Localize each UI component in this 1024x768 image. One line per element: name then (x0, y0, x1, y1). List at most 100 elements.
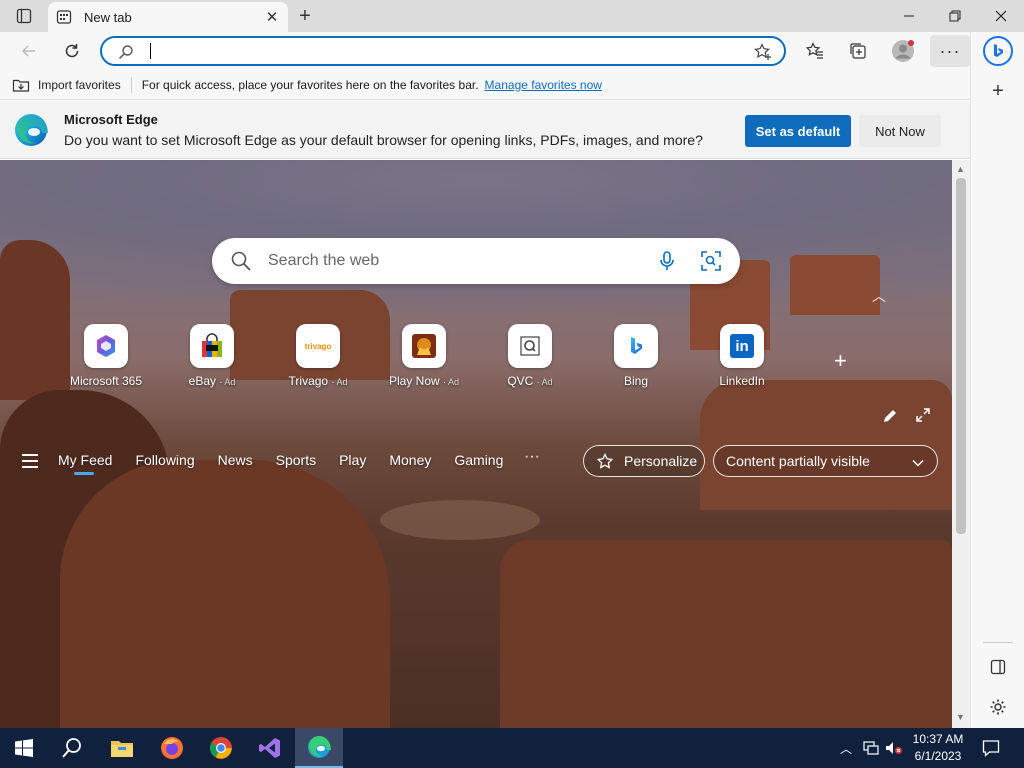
profile-avatar[interactable] (888, 36, 918, 66)
microphone-icon[interactable] (656, 250, 678, 272)
volume-muted-icon[interactable] (885, 741, 903, 755)
collections-icon[interactable] (843, 36, 873, 66)
quicklink-trivago[interactable]: trivago Trivago · Ad (270, 324, 366, 388)
page-scrollbar[interactable]: ▲ ▼ (952, 160, 970, 728)
restore-icon[interactable] (932, 0, 978, 32)
favorites-icon[interactable] (800, 36, 830, 66)
quicklink-ebay[interactable]: eBay · Ad (164, 324, 260, 388)
minimize-icon[interactable] (886, 0, 932, 32)
hide-sidebar-icon[interactable] (983, 652, 1013, 682)
web-search-placeholder: Search the web (268, 252, 380, 269)
background-rock (500, 540, 952, 728)
edit-background-icon[interactable] (882, 408, 898, 424)
show-hidden-icons[interactable]: ︿ (840, 740, 852, 757)
favorites-bar: Import favorites For quick access, place… (0, 70, 970, 100)
play-now-icon (402, 324, 446, 368)
linkedin-logo: in (730, 334, 754, 358)
tab-actions-button[interactable] (8, 6, 40, 26)
tile-label: Bing (623, 374, 649, 388)
sidebar-add-icon[interactable]: + (983, 76, 1013, 106)
settings-gear-icon[interactable] (983, 692, 1013, 722)
tab-new-tab[interactable]: New tab ✕ (48, 2, 288, 32)
feed-tab-play[interactable]: Play (339, 452, 366, 468)
bing-chat-icon[interactable] (983, 36, 1013, 66)
not-now-button[interactable]: Not Now (859, 115, 941, 147)
scroll-up-arrow-icon[interactable]: ▲ (956, 164, 965, 174)
content-visibility-dropdown[interactable]: Content partially visible (713, 445, 938, 477)
more-menu-icon[interactable]: ··· (930, 35, 970, 67)
feed-tab-money[interactable]: Money (389, 452, 431, 468)
tile-label: Trivago (288, 374, 329, 388)
linkedin-icon: in (720, 324, 764, 368)
file-explorer-icon[interactable] (98, 728, 146, 768)
edge-taskbar-icon[interactable] (295, 728, 343, 768)
address-input[interactable] (148, 42, 748, 60)
title-bar: New tab ✕ + (0, 0, 1024, 32)
feed-tab-following[interactable]: Following (135, 452, 194, 468)
add-quicklink-icon[interactable]: + (834, 348, 847, 374)
feed-tab-gaming[interactable]: Gaming (454, 452, 503, 468)
tile-label: eBay (188, 374, 216, 388)
address-bar[interactable] (100, 36, 786, 66)
collapse-quicklinks-icon[interactable]: ︿ (872, 286, 886, 306)
edge-logo-icon (15, 114, 48, 146)
notifications-icon[interactable] (982, 739, 1000, 757)
scrollbar-thumb[interactable] (956, 178, 966, 534)
add-favorite-icon[interactable] (754, 43, 772, 61)
windows-taskbar: ︿ 10:37 AM 6/1/2023 (0, 728, 1024, 768)
set-as-default-button[interactable]: Set as default (745, 115, 851, 147)
taskbar-search-icon[interactable] (48, 728, 96, 768)
tile-label: Microsoft 365 (69, 374, 143, 388)
visual-studio-icon[interactable] (246, 728, 294, 768)
close-tab-icon[interactable]: ✕ (264, 9, 280, 26)
tile-ad-badge: · Ad (219, 377, 236, 387)
text-caret (150, 43, 151, 59)
quicklink-microsoft-365[interactable]: Microsoft 365 (58, 324, 154, 388)
ebay-icon (190, 324, 234, 368)
search-icon (231, 251, 251, 271)
tile-label: Play Now (388, 374, 440, 388)
quicklink-play-now[interactable]: Play Now · Ad (376, 324, 472, 388)
chrome-icon[interactable] (197, 728, 245, 768)
tab-title: New tab (84, 9, 132, 25)
taskbar-clock[interactable]: 10:37 AM 6/1/2023 (906, 731, 970, 765)
background-rock (790, 255, 880, 315)
feed-tab-news[interactable]: News (218, 452, 253, 468)
quicklink-linkedin[interactable]: in LinkedIn (694, 324, 790, 388)
firefox-icon[interactable] (148, 728, 196, 768)
network-icon[interactable] (863, 741, 879, 755)
feed-more-icon[interactable]: ··· (524, 448, 540, 466)
fullscreen-icon[interactable] (916, 408, 930, 422)
manage-favorites-link[interactable]: Manage favorites now (485, 78, 602, 92)
close-window-icon[interactable] (978, 0, 1024, 32)
banner-title: Microsoft Edge (64, 112, 158, 127)
default-browser-banner: Microsoft Edge Do you want to set Micros… (0, 101, 970, 159)
back-icon[interactable] (14, 36, 44, 66)
content-visibility-label: Content partially visible (726, 453, 870, 469)
import-favorites-label: Import favorites (38, 77, 121, 92)
sidebar-divider (983, 642, 1013, 643)
feed-menu-icon[interactable] (22, 454, 38, 472)
feed-tab-my-feed[interactable]: My Feed (58, 452, 112, 475)
windows-start-icon[interactable] (0, 728, 48, 768)
quicklink-qvc[interactable]: QVC · Ad (482, 324, 578, 388)
visual-search-icon[interactable] (700, 250, 722, 272)
web-search-box[interactable]: Search the web (212, 238, 740, 284)
background-rock (380, 500, 540, 540)
personalize-button[interactable]: Personalize (583, 445, 705, 477)
import-favorites-button[interactable]: Import favorites (0, 77, 121, 93)
feed-tab-sports[interactable]: Sports (276, 452, 316, 468)
scroll-down-arrow-icon[interactable]: ▼ (956, 712, 965, 722)
tab-actions-icon (16, 8, 32, 24)
qvc-icon (508, 324, 552, 368)
bing-icon (614, 324, 658, 368)
refresh-icon[interactable] (57, 36, 87, 66)
personalize-icon (596, 453, 614, 469)
tile-label: QVC (507, 374, 534, 388)
new-tab-plus-icon[interactable]: + (294, 5, 316, 27)
feed-navigation: My Feed Following News Sports Play Money… (0, 440, 952, 482)
quicklink-bing[interactable]: Bing (588, 324, 684, 388)
trivago-wordmark: trivago (304, 341, 332, 351)
favorites-divider (130, 76, 132, 93)
background-rock (60, 460, 390, 728)
